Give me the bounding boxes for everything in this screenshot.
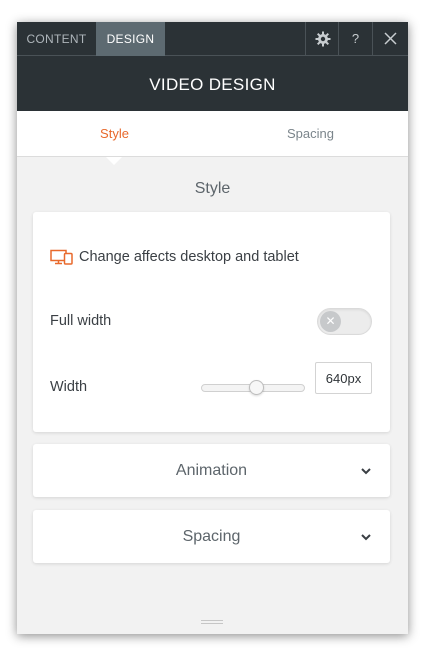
top-bar: CONTENT DESIGN ? — [17, 22, 408, 56]
spacing-accordion-title: Spacing — [182, 528, 241, 545]
help-button[interactable]: ? — [338, 22, 372, 56]
animation-accordion[interactable]: Animation — [33, 444, 390, 497]
section-title: Style — [194, 180, 231, 197]
panel-header: VIDEO DESIGN — [17, 56, 408, 111]
slider-handle[interactable] — [249, 380, 265, 395]
width-label: Width — [50, 379, 88, 395]
gear-icon — [315, 31, 330, 47]
subtabs: Style Spacing — [17, 111, 408, 157]
settings-button[interactable] — [305, 22, 339, 56]
chevron-down-icon — [361, 534, 371, 541]
width-input[interactable] — [315, 362, 372, 394]
active-tab-pointer — [106, 157, 122, 165]
spacing-accordion[interactable]: Spacing — [33, 510, 390, 563]
tab-content[interactable]: CONTENT — [17, 22, 96, 56]
device-notice-text: Change affects desktop and tablet — [79, 249, 299, 266]
full-width-label: Full width — [50, 313, 112, 329]
device-notice: Change affects desktop and tablet — [50, 247, 299, 267]
toggle-off-icon: ✕ — [320, 311, 341, 332]
full-width-toggle[interactable]: ✕ — [317, 308, 372, 335]
subtab-spacing[interactable]: Spacing — [213, 111, 408, 157]
close-icon — [384, 32, 397, 45]
subtab-style[interactable]: Style — [17, 111, 212, 157]
desktop-tablet-icon — [50, 249, 73, 265]
width-slider[interactable] — [201, 377, 305, 399]
close-button[interactable] — [372, 22, 408, 56]
question-icon: ? — [351, 31, 360, 46]
resize-handle[interactable] — [201, 620, 223, 626]
style-card: Change affects desktop and tablet Full w… — [33, 212, 390, 432]
chevron-down-icon — [361, 468, 371, 475]
tab-design[interactable]: DESIGN — [96, 22, 165, 56]
page-title: VIDEO DESIGN — [149, 75, 276, 94]
design-panel: CONTENT DESIGN ? VIDEO DESIGN Style Spac… — [17, 22, 408, 634]
animation-accordion-title: Animation — [175, 462, 248, 479]
